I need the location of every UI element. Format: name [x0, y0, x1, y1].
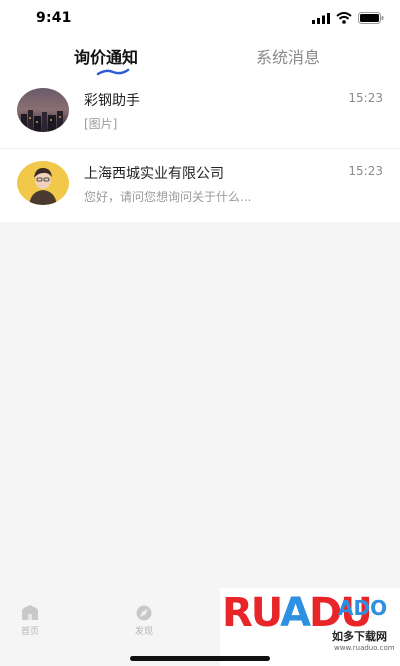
contact-name: 上海西城实业有限公司 — [84, 166, 224, 182]
battery-icon — [358, 12, 384, 24]
watermark-ado-text: ADO — [338, 596, 388, 620]
avatar-city-photo — [17, 88, 69, 132]
message-list: 彩钢助手 [图片] 15:23 上海西城实业有限公司 您好，请问您想询问关于什么… — [0, 76, 400, 221]
status-time: 9:41 — [36, 10, 72, 26]
status-icons — [312, 12, 384, 24]
message-preview: 您好，请问您想询问关于什么... — [84, 190, 252, 204]
home-indicator — [130, 656, 270, 661]
avatar — [17, 161, 69, 205]
active-tab-indicator — [96, 68, 130, 76]
tabbar-label: 首页 — [20, 627, 39, 637]
watermark-url: www.ruaduo.com — [334, 644, 395, 652]
tabbar-item-discover[interactable]: 发现 — [114, 604, 174, 637]
home-icon — [22, 605, 38, 620]
watermark-site-name: 如多下载网 — [332, 630, 387, 643]
wifi-icon — [336, 12, 352, 24]
discover-icon — [136, 605, 152, 621]
avatar-person-photo — [17, 161, 69, 205]
message-row[interactable]: 彩钢助手 [图片] 15:23 — [0, 76, 400, 148]
tab-system-message[interactable]: 系统消息 — [256, 44, 320, 68]
message-preview: [图片] — [84, 117, 118, 131]
message-time: 15:23 — [348, 164, 383, 178]
avatar — [17, 88, 69, 132]
watermark-logo: RUADU ADO 如多下载网 www.ruaduo.com — [220, 588, 400, 666]
message-tabs: 询价通知 系统消息 — [0, 38, 400, 76]
message-time: 15:23 — [348, 91, 383, 105]
signal-icon — [312, 12, 330, 24]
contact-name: 彩钢助手 — [84, 93, 140, 109]
tab-inquiry-notice[interactable]: 询价通知 — [74, 44, 138, 68]
status-bar: 9:41 — [0, 0, 400, 36]
tabbar-label: 发现 — [134, 627, 153, 637]
tabbar-item-home[interactable]: 首页 — [0, 604, 60, 637]
message-row[interactable]: 上海西城实业有限公司 您好，请问您想询问关于什么... 15:23 — [0, 148, 400, 221]
